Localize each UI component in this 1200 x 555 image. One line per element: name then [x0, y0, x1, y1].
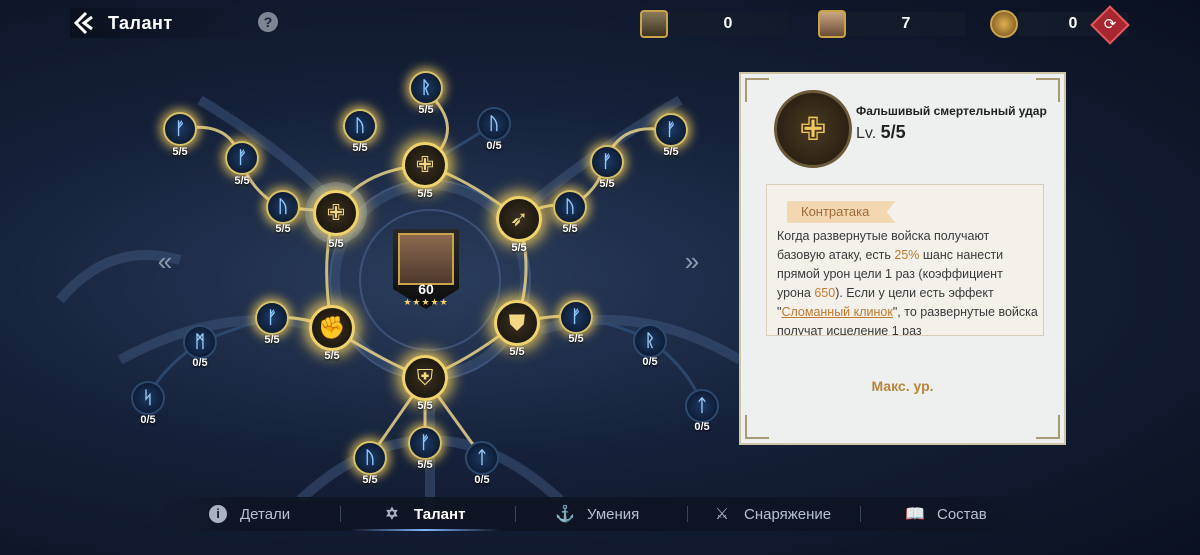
talent-level: 0/5 — [694, 421, 710, 433]
talent-node[interactable]: ⛨ — [402, 355, 448, 401]
talent-level: 5/5 — [352, 142, 368, 154]
tab-equipment[interactable]: ⚔ Снаряжение — [712, 497, 831, 531]
hero-level: 60 — [418, 281, 434, 297]
tab-roster[interactable]: 📖 Состав — [905, 497, 987, 531]
tab-label: Состав — [937, 505, 987, 523]
talent-node[interactable]: ᚠ — [559, 300, 593, 334]
talent-node[interactable]: ⛊ — [494, 300, 540, 346]
talent-node[interactable]: ᚠ — [255, 301, 289, 335]
page-title: Талант — [108, 12, 173, 33]
resource-value: 7 — [846, 12, 966, 36]
talent-level: 5/5 — [418, 104, 434, 116]
active-tab-indicator — [350, 529, 500, 531]
skill-tag: Контратака — [787, 201, 896, 223]
skill-icon: ✙ — [774, 90, 852, 168]
back-icon[interactable] — [70, 9, 98, 37]
talent-level: 5/5 — [663, 146, 679, 158]
effect-link[interactable]: Сломанный клинок — [781, 305, 892, 319]
talent-node[interactable]: ᛏ — [465, 441, 499, 475]
anchor-icon: ⚓ — [555, 506, 575, 523]
talent-level: 5/5 — [362, 474, 378, 486]
tab-divider — [515, 506, 516, 522]
talent-level: 0/5 — [192, 357, 208, 369]
talent-level: 5/5 — [234, 175, 250, 187]
talent-detail-panel: ✙ Фальшивый смертельный удар Lv. 5/5 Кон… — [739, 72, 1066, 445]
talent-node[interactable]: ᚱ — [409, 71, 443, 105]
hero-avatar — [398, 233, 454, 285]
next-hero-arrow[interactable]: » — [677, 246, 707, 282]
panel-corner — [1036, 78, 1060, 102]
panel-corner — [1036, 415, 1060, 439]
skill-description: Когда развернутые войска получают базову… — [777, 229, 1038, 336]
talent-node[interactable]: ᚢ — [266, 190, 300, 224]
resource-value: 0 — [668, 12, 788, 36]
talent-node[interactable]: ᚠ — [654, 113, 688, 147]
talent-node[interactable]: ᚱ — [633, 324, 667, 358]
talent-level: 0/5 — [642, 356, 658, 368]
hero-portrait[interactable]: 60 ★★★★★ — [393, 229, 459, 309]
talent-level: 5/5 — [511, 242, 527, 254]
tab-label: Снаряжение — [744, 505, 832, 523]
talent-level: 5/5 — [172, 146, 188, 158]
tab-skills[interactable]: ⚓ Умения — [555, 497, 639, 531]
tab-talent[interactable]: ✡ Талант — [382, 497, 465, 531]
bottom-tab-bar: i Детали ✡ Талант ⚓ Умения ⚔ Снаряжение … — [160, 497, 1040, 531]
soldier-token-icon — [640, 10, 668, 38]
talent-node[interactable]: ᚠ — [163, 112, 197, 146]
talent-level: 5/5 — [324, 350, 340, 362]
talent-node[interactable]: ᚢ — [477, 107, 511, 141]
talent-node[interactable]: ᚠ — [590, 145, 624, 179]
header: Талант — [70, 8, 250, 38]
talent-node[interactable]: ᛏ — [685, 389, 719, 423]
talent-level: 5/5 — [417, 400, 433, 412]
talent-level: 5/5 — [599, 178, 615, 190]
talent-node[interactable]: ᚢ — [343, 109, 377, 143]
skill-description-box: Контратака Когда развернутые войска полу… — [766, 184, 1044, 336]
panel-corner — [745, 78, 769, 102]
talent-token-icon — [990, 10, 1018, 38]
tab-label: Талант — [414, 505, 466, 523]
talent-level: 5/5 — [562, 223, 578, 235]
talent-node[interactable]: ᚢ — [553, 190, 587, 224]
tab-details[interactable]: i Детали — [208, 497, 290, 531]
talent-node[interactable]: ᛗ — [183, 325, 217, 359]
talent-level: 5/5 — [509, 346, 525, 358]
help-icon[interactable]: ? — [258, 12, 278, 32]
talent-level: 5/5 — [417, 188, 433, 200]
skill-level: Lv. 5/5 — [856, 122, 906, 142]
hero-token-icon — [818, 10, 846, 38]
talent-node[interactable]: ᛋ — [131, 381, 165, 415]
tab-divider — [860, 506, 861, 522]
max-level-label: Макс. ур. — [871, 378, 934, 394]
talent-level: 0/5 — [486, 140, 502, 152]
talent-node-selected[interactable]: ✙ — [313, 190, 359, 236]
talent-level: 5/5 — [417, 459, 433, 471]
talent-node[interactable]: ᚠ — [408, 426, 442, 460]
talent-level: 5/5 — [328, 238, 344, 250]
talent-node[interactable]: ➶ — [496, 196, 542, 242]
talent-level: 0/5 — [140, 414, 156, 426]
book-icon: 📖 — [905, 506, 925, 523]
tab-label: Детали — [240, 505, 291, 523]
talent-node[interactable]: ᚢ — [353, 441, 387, 475]
talent-level: 5/5 — [275, 223, 291, 235]
prev-hero-arrow[interactable]: « — [150, 246, 180, 282]
skill-name: Фальшивый смертельный удар — [856, 104, 1047, 118]
talent-level: 0/5 — [474, 474, 490, 486]
equipment-icon: ⚔ — [714, 506, 730, 523]
tab-divider — [687, 506, 688, 522]
resource-soldier: 0 — [640, 9, 788, 39]
talent-node[interactable]: ✊ — [309, 305, 355, 351]
tab-divider — [340, 506, 341, 522]
panel-corner — [745, 415, 769, 439]
resource-hero: 7 — [818, 9, 966, 39]
talent-node[interactable]: ᚠ — [225, 141, 259, 175]
tab-label: Умения — [587, 505, 640, 523]
talent-level: 5/5 — [568, 333, 584, 345]
info-icon: i — [208, 504, 228, 524]
talent-node[interactable]: ✙ — [402, 142, 448, 188]
talent-level: 5/5 — [264, 334, 280, 346]
hero-stars: ★★★★★ — [403, 297, 449, 307]
talent-icon: ✡ — [385, 506, 399, 523]
